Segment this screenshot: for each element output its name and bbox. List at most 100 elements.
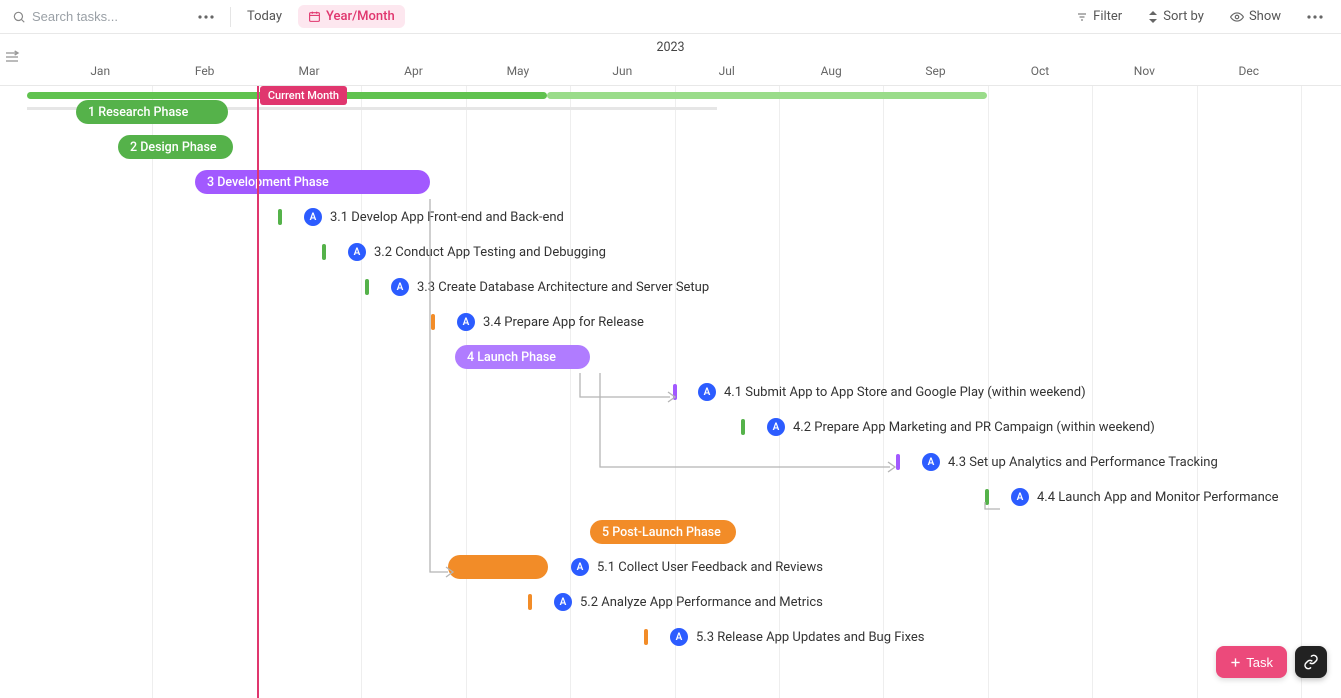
task-label: 3.4 Prepare App for Release	[483, 315, 644, 330]
avatar: A	[698, 383, 716, 401]
phase-launch[interactable]: 4 Launch Phase	[455, 345, 590, 369]
phase-design-label: 2 Design Phase	[130, 140, 217, 155]
task-4-1[interactable]: A 4.1 Submit App to App Store and Google…	[698, 383, 1086, 401]
show-button[interactable]: Show	[1224, 5, 1287, 28]
expand-handle-icon[interactable]	[4, 50, 20, 64]
task-tick	[644, 629, 648, 645]
filter-icon	[1076, 11, 1088, 23]
sort-button[interactable]: Sort by	[1142, 5, 1210, 28]
today-button[interactable]: Today	[241, 5, 288, 28]
more-icon[interactable]	[192, 11, 220, 23]
filter-button[interactable]: Filter	[1070, 5, 1128, 28]
timeline-header: 2023 JanFebMarAprMayJunJulAugSepOctNovDe…	[0, 34, 1341, 86]
task-tick	[322, 244, 326, 260]
phase-launch-label: 4 Launch Phase	[467, 350, 556, 365]
month-label: Feb	[195, 64, 215, 78]
avatar: A	[571, 558, 589, 576]
phase-research-label: 1 Research Phase	[88, 105, 188, 120]
task-label: 4.1 Submit App to App Store and Google P…	[724, 385, 1086, 400]
task-tick	[896, 454, 900, 470]
task-3-4[interactable]: A 3.4 Prepare App for Release	[457, 313, 644, 331]
phase-design[interactable]: 2 Design Phase	[118, 135, 233, 159]
task-label: 5.1 Collect User Feedback and Reviews	[597, 560, 823, 575]
eye-icon	[1230, 12, 1244, 22]
avatar: A	[1011, 488, 1029, 506]
task-4-3[interactable]: A 4.3 Set up Analytics and Performance T…	[922, 453, 1218, 471]
month-label: Mar	[298, 64, 319, 78]
current-month-tag: Current Month	[260, 86, 347, 105]
filter-label: Filter	[1093, 9, 1122, 24]
timeline-area: 2023 JanFebMarAprMayJunJulAugSepOctNovDe…	[0, 34, 1341, 698]
task-4-2[interactable]: A 4.2 Prepare App Marketing and PR Campa…	[767, 418, 1155, 436]
task-tick	[365, 279, 369, 295]
search-input[interactable]	[32, 9, 182, 24]
year-label: 2023	[656, 40, 684, 55]
phase-post-launch[interactable]: 5 Post-Launch Phase	[590, 520, 736, 544]
task-label: 3.3 Create Database Architecture and Ser…	[417, 280, 709, 295]
avatar: A	[670, 628, 688, 646]
task-tick	[985, 489, 989, 505]
task-tick	[673, 384, 677, 400]
show-label: Show	[1249, 9, 1281, 24]
calendar-icon	[308, 10, 321, 23]
month-label: Nov	[1134, 64, 1155, 78]
task-label: 3.1 Develop App Front-end and Back-end	[330, 210, 564, 225]
new-task-label: Task	[1246, 655, 1273, 670]
search-wrap	[12, 9, 182, 24]
month-label: Aug	[821, 64, 842, 78]
task-label: 4.2 Prepare App Marketing and PR Campaig…	[793, 420, 1155, 435]
month-label: Apr	[404, 64, 423, 78]
search-icon	[12, 10, 26, 24]
toolbar-right: Filter Sort by Show	[1070, 5, 1329, 28]
phase-development[interactable]: 3 Development Phase	[195, 170, 430, 194]
task-3-2[interactable]: A 3.2 Conduct App Testing and Debugging	[348, 243, 606, 261]
task-label: 3.2 Conduct App Testing and Debugging	[374, 245, 606, 260]
month-label: Jul	[719, 64, 735, 78]
task-5-3[interactable]: A 5.3 Release App Updates and Bug Fixes	[670, 628, 925, 646]
task-5-1-bar[interactable]	[448, 555, 548, 579]
current-month-line	[257, 86, 259, 698]
avatar: A	[391, 278, 409, 296]
timescale-label: Year/Month	[326, 9, 395, 24]
task-5-1[interactable]: A 5.1 Collect User Feedback and Reviews	[571, 558, 823, 576]
avatar: A	[457, 313, 475, 331]
task-4-4[interactable]: A 4.4 Launch App and Monitor Performance	[1011, 488, 1278, 506]
kebab-icon[interactable]	[1301, 11, 1329, 23]
avatar: A	[767, 418, 785, 436]
timescale-select[interactable]: Year/Month	[298, 5, 405, 28]
month-label: Sep	[925, 64, 945, 78]
avatar: A	[922, 453, 940, 471]
link-icon	[1303, 654, 1319, 670]
month-label: May	[507, 64, 530, 78]
task-tick	[278, 209, 282, 225]
timeline-body[interactable]: 1 Research Phase 2 Design Phase 3 Develo…	[0, 86, 1341, 698]
task-label: 5.3 Release App Updates and Bug Fixes	[696, 630, 925, 645]
top-toolbar: Today Year/Month Filter Sort by Show	[0, 0, 1341, 34]
task-tick	[431, 314, 435, 330]
task-3-1[interactable]: A 3.1 Develop App Front-end and Back-end	[304, 208, 564, 226]
task-label: 5.2 Analyze App Performance and Metrics	[580, 595, 823, 610]
plus-icon	[1230, 657, 1241, 668]
task-3-3[interactable]: A 3.3 Create Database Architecture and S…	[391, 278, 709, 296]
avatar: A	[304, 208, 322, 226]
month-label: Jan	[90, 64, 110, 78]
phase-development-label: 3 Development Phase	[207, 175, 329, 190]
phase-research[interactable]: 1 Research Phase	[76, 100, 228, 124]
new-task-button[interactable]: Task	[1216, 646, 1287, 678]
toolbar-divider	[230, 7, 231, 27]
link-fab[interactable]	[1295, 646, 1327, 678]
task-label: 4.4 Launch App and Monitor Performance	[1037, 490, 1278, 505]
task-5-2[interactable]: A 5.2 Analyze App Performance and Metric…	[554, 593, 823, 611]
months-row: JanFebMarAprMayJunJulAugSepOctNovDecJan	[0, 60, 1341, 86]
task-tick	[528, 594, 532, 610]
sort-icon	[1148, 11, 1158, 23]
task-tick	[741, 419, 745, 435]
month-label: Dec	[1239, 64, 1260, 78]
bottom-actions: Task	[1216, 646, 1327, 678]
task-label: 4.3 Set up Analytics and Performance Tra…	[948, 455, 1218, 470]
month-label: Jun	[612, 64, 632, 78]
avatar: A	[348, 243, 366, 261]
avatar: A	[554, 593, 572, 611]
phase-post-launch-label: 5 Post-Launch Phase	[602, 525, 721, 540]
sort-label: Sort by	[1163, 9, 1204, 24]
